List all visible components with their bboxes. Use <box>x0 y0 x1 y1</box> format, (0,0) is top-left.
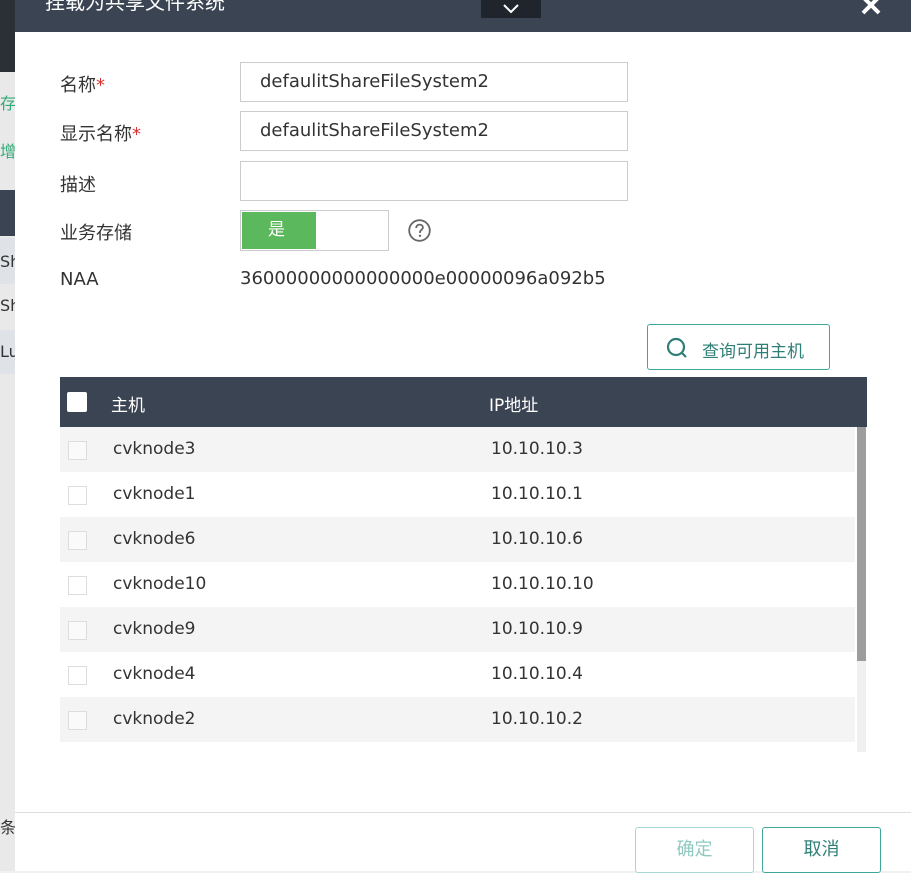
host-cell: cvknode3 <box>113 439 196 459</box>
cancel-button[interactable]: 取消 <box>762 827 881 873</box>
background-header <box>0 0 15 72</box>
table-row[interactable]: cvknode1 10.10.10.1 <box>60 472 855 517</box>
help-button[interactable] <box>408 219 431 242</box>
naa-value: 36000000000000000e00000096a092b5 <box>240 268 606 289</box>
host-cell: cvknode2 <box>113 709 196 729</box>
name-label: 名称* <box>60 75 105 96</box>
background-text: Sh <box>0 296 15 315</box>
table-row[interactable]: cvknode9 10.10.10.9 <box>60 607 855 652</box>
host-cell: cvknode10 <box>113 574 207 594</box>
row-checkbox[interactable] <box>68 666 87 685</box>
table-row[interactable]: cvknode6 10.10.10.6 <box>60 517 855 562</box>
row-checkbox[interactable] <box>68 711 87 730</box>
column-header-ip: IP地址 <box>489 396 539 416</box>
background-band <box>0 190 15 236</box>
table-body: cvknode3 10.10.10.3 cvknode1 10.10.10.1 … <box>60 427 855 743</box>
background-text: Sh <box>0 252 15 271</box>
close-button[interactable] <box>858 0 884 18</box>
dialog-title: 挂载为共享文件系统 <box>45 0 225 14</box>
naa-label: NAA <box>60 269 99 290</box>
display-name-input[interactable]: defaulitShareFileSystem2 <box>240 111 628 151</box>
table-row[interactable]: cvknode3 10.10.10.3 <box>60 427 855 472</box>
background-text: Lu <box>0 342 15 361</box>
host-cell: cvknode1 <box>113 484 196 504</box>
table-row[interactable]: cvknode10 10.10.10.10 <box>60 562 855 607</box>
row-checkbox[interactable] <box>68 486 87 505</box>
column-header-host: 主机 <box>111 396 145 416</box>
ip-cell: 10.10.10.2 <box>491 709 583 729</box>
query-button-label: 查询可用主机 <box>702 342 804 362</box>
dialog-header: 挂载为共享文件系统 <box>15 0 911 32</box>
service-storage-label: 业务存储 <box>60 223 132 244</box>
host-cell: cvknode9 <box>113 619 196 639</box>
row-checkbox[interactable] <box>68 531 87 550</box>
collapse-toggle[interactable] <box>481 0 541 18</box>
background-text: 条 <box>0 818 15 837</box>
display-name-label: 显示名称* <box>60 124 141 145</box>
ip-cell: 10.10.10.6 <box>491 529 583 549</box>
row-checkbox[interactable] <box>68 576 87 595</box>
footer-divider <box>15 812 911 813</box>
host-cell: cvknode6 <box>113 529 196 549</box>
background-page <box>0 0 15 871</box>
close-icon <box>861 0 881 15</box>
row-checkbox[interactable] <box>68 621 87 640</box>
row-checkbox[interactable] <box>68 441 87 460</box>
background-text: 存储 <box>0 94 15 113</box>
description-input[interactable] <box>240 161 628 201</box>
select-all-checkbox[interactable] <box>67 392 87 412</box>
toggle-on-state: 是 <box>242 212 316 249</box>
chevron-down-icon <box>503 4 519 14</box>
table-row[interactable]: cvknode2 10.10.10.2 <box>60 697 855 742</box>
ip-cell: 10.10.10.10 <box>491 574 594 594</box>
host-cell: cvknode4 <box>113 664 196 684</box>
mount-share-fs-dialog: 挂载为共享文件系统 名称* defaulitShareFileSystem2 显… <box>15 0 911 873</box>
name-input[interactable]: defaulitShareFileSystem2 <box>240 62 628 102</box>
table-header: 主机 IP地址 <box>60 377 867 427</box>
ip-cell: 10.10.10.1 <box>491 484 583 504</box>
query-available-hosts-button[interactable]: 查询可用主机 <box>647 324 830 370</box>
search-icon <box>666 337 687 358</box>
ip-cell: 10.10.10.4 <box>491 664 583 684</box>
description-label: 描述 <box>60 175 96 196</box>
table-scrollbar-thumb[interactable] <box>857 427 866 661</box>
confirm-button[interactable]: 确定 <box>635 827 754 873</box>
table-scrollbar-lower <box>857 661 866 752</box>
question-circle-icon <box>408 219 431 242</box>
table-row[interactable]: cvknode4 10.10.10.4 <box>60 652 855 697</box>
background-text: 增加 <box>0 142 15 161</box>
service-storage-toggle[interactable]: 是 <box>240 210 389 251</box>
host-table: 主机 IP地址 cvknode3 10.10.10.3 cvknode1 10.… <box>60 377 867 752</box>
ip-cell: 10.10.10.3 <box>491 439 583 459</box>
ip-cell: 10.10.10.9 <box>491 619 583 639</box>
